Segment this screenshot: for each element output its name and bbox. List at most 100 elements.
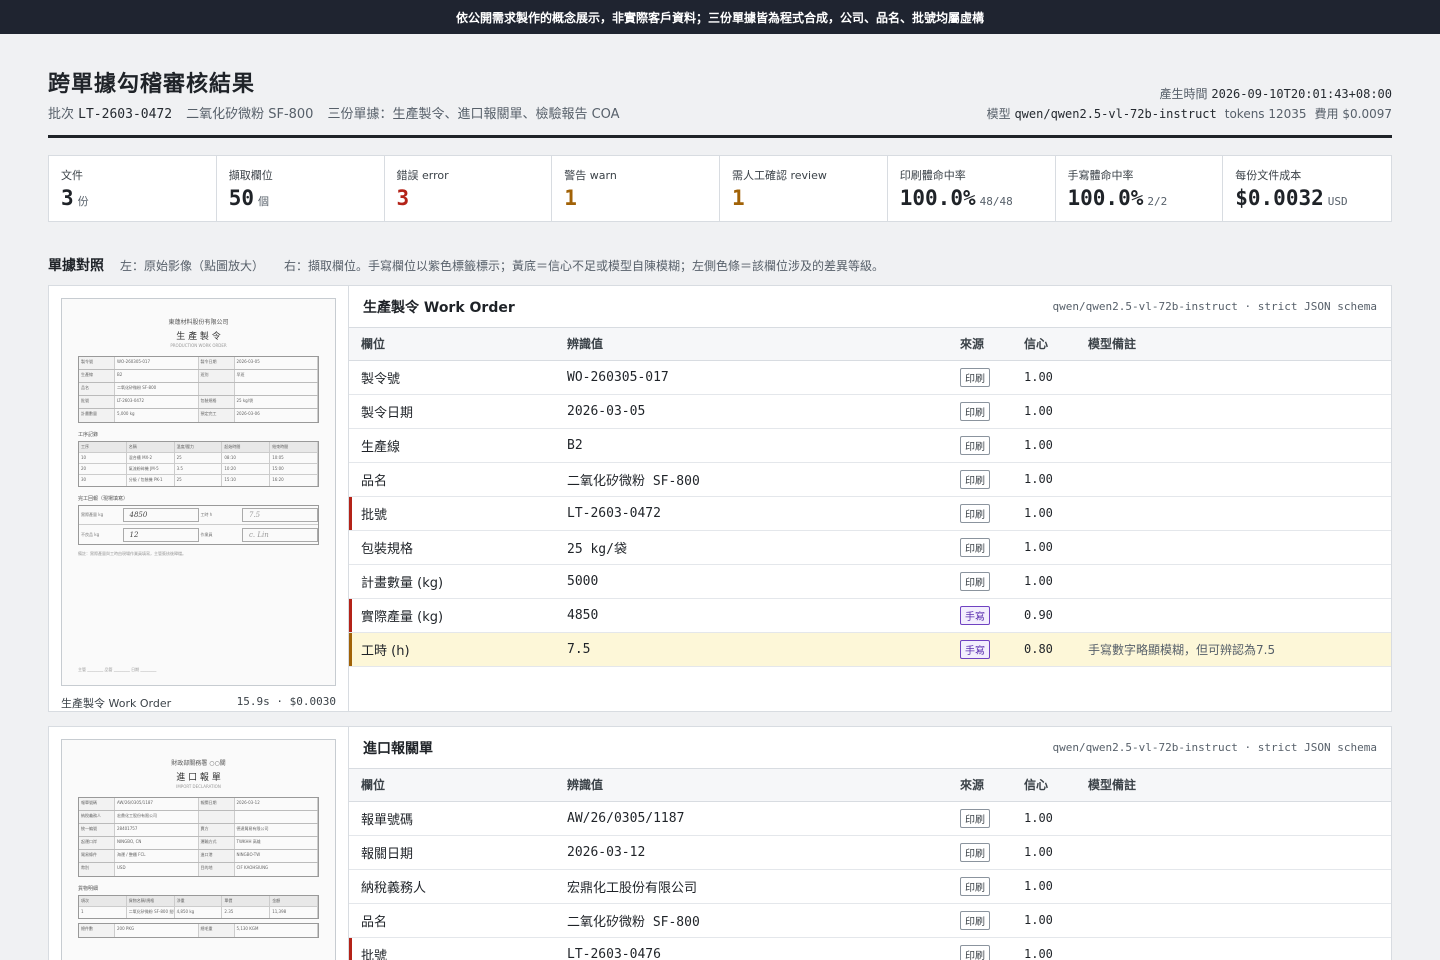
- doc-grid-cell: 5,130 KGM: [235, 924, 318, 937]
- doc-grid-cell: NINGBO, CN: [115, 837, 199, 849]
- doc-table-cell: 2.35: [222, 907, 271, 918]
- field-row[interactable]: 製令日期 2026-03-05 印刷 1.00: [349, 394, 1391, 429]
- doc-grid-row: 計畫數量 5,000 kg 預定完工 2026-03-06: [79, 409, 318, 422]
- doc-grid-cell: 德達貿易有限公司: [235, 824, 318, 836]
- doc-hand-label: 不良品 kg: [81, 531, 100, 537]
- comparison-section-header: 單據對照 左：原始影像（點圖放大） 右：擷取欄位。手寫欄位以紫色標籤標示；黃底＝…: [48, 255, 1392, 275]
- doc-grid-cell: [235, 383, 318, 395]
- doc-grid-cell: 計畫數量: [79, 409, 115, 422]
- documents-summary: 三份單據：生產製令、進口報關單、檢驗報告 COA: [327, 107, 620, 122]
- fields-table-header: 欄位 辨識值 來源 信心 模型備註: [349, 328, 1391, 361]
- field-note: [1076, 801, 1391, 836]
- doc-grid-row: 起運口岸 NINGBO, CN 運輸方式 TWKHH 高雄: [79, 837, 318, 850]
- doc-table-row: 10 混合槽 MX-2 25 08:10 10:05: [79, 453, 318, 464]
- doc-company-name: 東蓮材料股份有限公司: [168, 319, 229, 326]
- doc-grid-row: 批號 LT-2603-0472 包裝規格 25 kg/袋: [79, 396, 318, 409]
- field-row[interactable]: 製令號 WO-260305-017 印刷 1.00: [349, 360, 1391, 395]
- doc-table-cell: 1: [79, 907, 127, 918]
- field-row[interactable]: 計畫數量 (kg) 5000 印刷 1.00: [349, 564, 1391, 599]
- col-field: 欄位: [349, 769, 555, 802]
- field-value: 2026-03-12: [555, 835, 948, 870]
- field-confidence: 1.00: [1012, 360, 1076, 395]
- field-row[interactable]: 批號 LT-2603-0476 印刷 1.00: [349, 937, 1391, 960]
- batch-info: 批次 LT-2603-0472: [48, 107, 173, 122]
- col-confidence: 信心: [1012, 769, 1076, 802]
- stat-value: 1: [564, 186, 707, 210]
- field-confidence: 1.00: [1012, 496, 1076, 531]
- stat-unit: 個: [258, 195, 270, 208]
- stat-card: 每份文件成本 $0.0032 USD: [1223, 156, 1391, 221]
- stat-card: 文件 3 份: [49, 156, 217, 221]
- handwritten-badge: 手寫: [960, 605, 990, 625]
- doc-process-table: 工序 名稱 溫度/壓力 起始時間 結束時間 10 混合槽 MX-2 25 08:10 10:05 2…: [78, 441, 319, 487]
- fields-table-header: 欄位 辨識值 來源 信心 模型備註: [349, 769, 1391, 802]
- fields-model-info: qwen/qwen2.5-vl-72b-instruct · strict JS…: [1052, 300, 1377, 313]
- doc-goods-title: 貨物明細: [78, 886, 99, 892]
- field-name: 包裝規格: [349, 530, 555, 565]
- stat-number: 100.0%: [1067, 186, 1144, 210]
- demo-disclaimer-banner: 依公開需求製作的概念展示，非實際客戶資料；三份單據皆為程式合成，公司、品名、批號…: [0, 0, 1440, 34]
- field-value: LT-2603-0476: [555, 937, 948, 960]
- handwritten-value: c. Lin: [242, 527, 318, 542]
- fields-header: 生產製令 Work Order qwen/qwen2.5-vl-72b-inst…: [349, 286, 1391, 328]
- field-value: 5000: [555, 564, 948, 599]
- col-field: 欄位: [349, 328, 555, 361]
- doc-grid-cell: 報單號碼: [79, 798, 115, 810]
- field-name: 納稅義務人: [349, 869, 555, 904]
- field-row[interactable]: 品名 二氧化矽微粉 SF-800 印刷 1.00: [349, 462, 1391, 497]
- field-row[interactable]: 納稅義務人 宏鼎化工股份有限公司 印刷 1.00: [349, 869, 1391, 904]
- import-declaration-image[interactable]: 財政部關務署 ○○關 進 口 報 單 IMPORT DECLARATION 報單…: [61, 739, 336, 960]
- field-confidence: 1.00: [1012, 530, 1076, 565]
- field-source: 印刷: [948, 937, 1012, 960]
- batch-number: LT-2603-0472: [78, 107, 173, 122]
- field-row[interactable]: 包裝規格 25 kg/袋 印刷 1.00: [349, 530, 1391, 565]
- doc-grid-cell: 納稅義務人: [79, 811, 115, 823]
- field-note: [1076, 530, 1391, 565]
- fields-table: 欄位 辨識值 來源 信心 模型備註 製令號 WO-260305-017 印刷 1.00…: [349, 328, 1391, 667]
- total-cost: 費用 $0.0097: [1314, 107, 1392, 121]
- field-row[interactable]: 報單號碼 AW/26/0305/1187 印刷 1.00: [349, 801, 1391, 836]
- field-source: 手寫: [948, 598, 1012, 633]
- doc-hand-label: 作業員: [200, 531, 213, 537]
- doc-table-cell: 混合槽 MX-2: [127, 453, 175, 463]
- field-note: [1076, 598, 1391, 633]
- field-name: 製令號: [349, 360, 555, 395]
- field-note: [1076, 462, 1391, 497]
- extracted-fields-pane: 生產製令 Work Order qwen/qwen2.5-vl-72b-inst…: [349, 286, 1391, 711]
- field-row[interactable]: 報關日期 2026-03-12 印刷 1.00: [349, 835, 1391, 870]
- stat-value: $0.0032 USD: [1235, 186, 1379, 210]
- field-source: 印刷: [948, 835, 1012, 870]
- field-row[interactable]: 實際產量 (kg) 4850 手寫 0.90: [349, 598, 1391, 633]
- fields-model-info: qwen/qwen2.5-vl-72b-instruct · strict JS…: [1052, 741, 1377, 754]
- printed-badge: 印刷: [960, 876, 990, 896]
- stat-label: 手寫體命中率: [1067, 169, 1134, 182]
- field-row[interactable]: 工時 (h) 7.5 手寫 0.80 手寫數字略顯模糊，但可辨認為7.5: [349, 632, 1391, 667]
- field-note: [1076, 903, 1391, 938]
- doc-table-row: 項次 貨物名稱/規格 淨重 單價 金額: [79, 896, 318, 907]
- doc-grid-cell: 貿易條件: [79, 850, 115, 862]
- field-value: WO-260305-017: [555, 360, 948, 395]
- doc-subheading: IMPORT DECLARATION: [176, 784, 221, 789]
- document-preview: 財政部關務署 ○○關 進 口 報 單 IMPORT DECLARATION 報單…: [49, 727, 349, 960]
- doc-table-cell: 16:20: [270, 475, 318, 486]
- doc-table-cell: 10:05: [270, 453, 318, 463]
- doc-process-title: 工序記錄: [78, 432, 99, 438]
- stat-label: 警告 warn: [564, 169, 617, 182]
- doc-heading: 進 口 報 單: [176, 773, 221, 783]
- field-name: 報關日期: [349, 835, 555, 870]
- doc-table-cell: 10:20: [222, 464, 271, 474]
- field-confidence: 1.00: [1012, 462, 1076, 497]
- doc-table-cell: 08:10: [222, 453, 271, 463]
- field-row[interactable]: 生產線 B2 印刷 1.00: [349, 428, 1391, 463]
- field-source: 印刷: [948, 869, 1012, 904]
- work-order-image[interactable]: 東蓮材料股份有限公司 生 產 製 令 PRODUCTION WORK ORDER…: [61, 298, 336, 686]
- field-row[interactable]: 批號 LT-2603-0472 印刷 1.00: [349, 496, 1391, 531]
- doc-grid-row: 生產線 B2 班別 早班: [79, 370, 318, 383]
- field-source: 印刷: [948, 801, 1012, 836]
- field-name: 實際產量 (kg): [349, 598, 555, 633]
- field-source: 印刷: [948, 428, 1012, 463]
- doc-grid-cell: 海運 / 整櫃 FCL: [115, 850, 199, 862]
- field-row[interactable]: 品名 二氧化矽微粉 SF-800 印刷 1.00: [349, 903, 1391, 938]
- printed-badge: 印刷: [960, 944, 990, 960]
- doc-goods-table: 項次貨物名稱/規格淨重單價金額1二氧化矽微粉 SF-800 批號 LT-2603…: [78, 895, 319, 919]
